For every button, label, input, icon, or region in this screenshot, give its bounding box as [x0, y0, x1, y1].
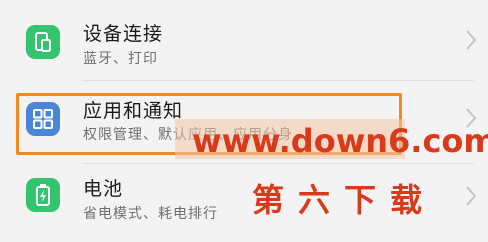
item-title: 应用和通知 [83, 100, 184, 122]
chevron-right-icon [466, 30, 477, 50]
item-title: 电池 [83, 178, 124, 200]
item-subtitle: 省电模式、耗电排行 [83, 206, 218, 222]
apps-grid-icon [26, 102, 60, 136]
battery-icon [26, 178, 60, 212]
settings-item-battery[interactable]: 电池 省电模式、耗电排行 [0, 164, 488, 242]
chevron-right-icon [466, 108, 477, 128]
chevron-right-icon [466, 186, 477, 206]
item-subtitle: 蓝牙、打印 [83, 51, 158, 67]
item-title: 设备连接 [83, 23, 164, 45]
settings-item-device-connection[interactable]: 设备连接 蓝牙、打印 [0, 0, 488, 78]
settings-list: 设备连接 蓝牙、打印 应用和通知 权限管理、默认应用、应用分身 电池 省电模式、… [0, 0, 488, 241]
settings-item-apps-notifications[interactable]: 应用和通知 权限管理、默认应用、应用分身 [0, 81, 488, 159]
item-subtitle: 权限管理、默认应用、应用分身 [83, 127, 293, 143]
device-connection-icon [26, 25, 60, 59]
